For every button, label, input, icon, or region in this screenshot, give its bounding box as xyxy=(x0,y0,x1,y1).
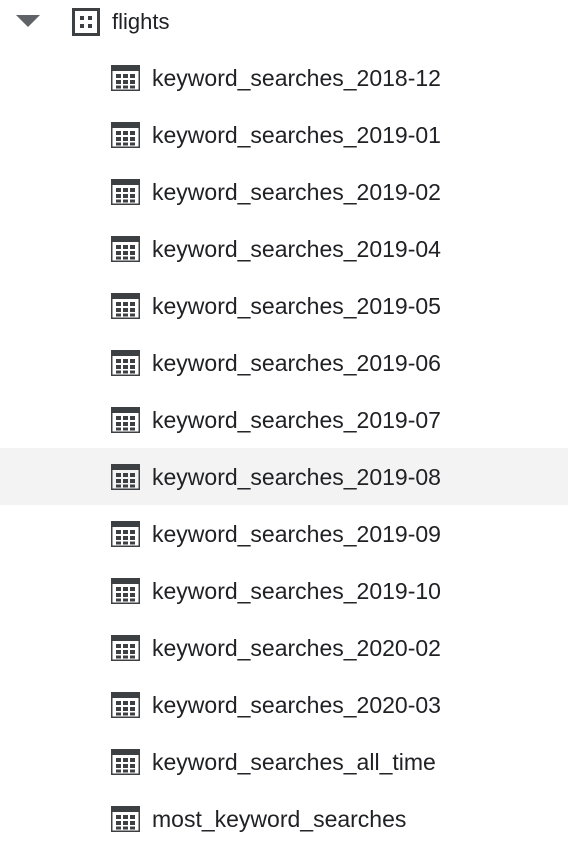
table-label: keyword_searches_2019-07 xyxy=(152,407,441,433)
table-label: keyword_searches_2019-09 xyxy=(152,521,441,547)
table-icon xyxy=(111,692,140,718)
table-row[interactable]: keyword_searches_2019-01 xyxy=(0,106,568,163)
table-row[interactable]: keyword_searches_2020-03 xyxy=(0,676,568,733)
table-label: keyword_searches_2019-06 xyxy=(152,350,441,376)
table-row[interactable]: most_keyword_searches xyxy=(0,790,568,847)
table-icon xyxy=(111,464,140,490)
table-icon xyxy=(111,236,140,262)
table-icon xyxy=(111,635,140,661)
table-label: keyword_searches_2019-02 xyxy=(152,179,441,205)
table-row[interactable]: keyword_searches_2019-09 xyxy=(0,505,568,562)
table-label: keyword_searches_2019-08 xyxy=(152,464,441,490)
table-row[interactable]: keyword_searches_2019-08 xyxy=(0,448,568,505)
caret-down-icon[interactable] xyxy=(16,15,40,27)
table-icon xyxy=(111,749,140,775)
table-icon xyxy=(111,578,140,604)
table-icon xyxy=(111,407,140,433)
table-label: keyword_searches_2019-05 xyxy=(152,293,441,319)
table-label: keyword_searches_2020-02 xyxy=(152,635,441,661)
table-row[interactable]: keyword_searches_2020-02 xyxy=(0,619,568,676)
table-icon xyxy=(111,122,140,148)
table-row[interactable]: keyword_searches_2019-02 xyxy=(0,163,568,220)
table-label: keyword_searches_2019-10 xyxy=(152,578,441,604)
table-icon xyxy=(111,806,140,832)
table-label: most_keyword_searches xyxy=(152,806,407,832)
table-icon xyxy=(111,293,140,319)
table-label: keyword_searches_2019-04 xyxy=(152,236,441,262)
table-icon xyxy=(111,350,140,376)
dataset-row-flights[interactable]: flights xyxy=(0,0,568,44)
table-row[interactable]: keyword_searches_2018-12 xyxy=(0,49,568,106)
table-icon xyxy=(111,179,140,205)
table-row[interactable]: keyword_searches_2019-07 xyxy=(0,391,568,448)
dataset-label: flights xyxy=(112,9,170,34)
table-row[interactable]: keyword_searches_2019-05 xyxy=(0,277,568,334)
table-row[interactable]: keyword_searches_2019-10 xyxy=(0,562,568,619)
table-row[interactable]: keyword_searches_2019-06 xyxy=(0,334,568,391)
table-label: keyword_searches_all_time xyxy=(152,749,436,775)
table-label: keyword_searches_2020-03 xyxy=(152,692,441,718)
table-icon xyxy=(111,65,140,91)
table-label: keyword_searches_2019-01 xyxy=(152,122,441,148)
table-label: keyword_searches_2018-12 xyxy=(152,65,441,91)
dataset-icon xyxy=(72,8,100,36)
table-row[interactable]: keyword_searches_all_time xyxy=(0,733,568,790)
explorer-tree: flights keyword_searches_2018-12 keyword_… xyxy=(0,0,568,856)
table-icon xyxy=(111,521,140,547)
table-row[interactable]: keyword_searches_2019-04 xyxy=(0,220,568,277)
